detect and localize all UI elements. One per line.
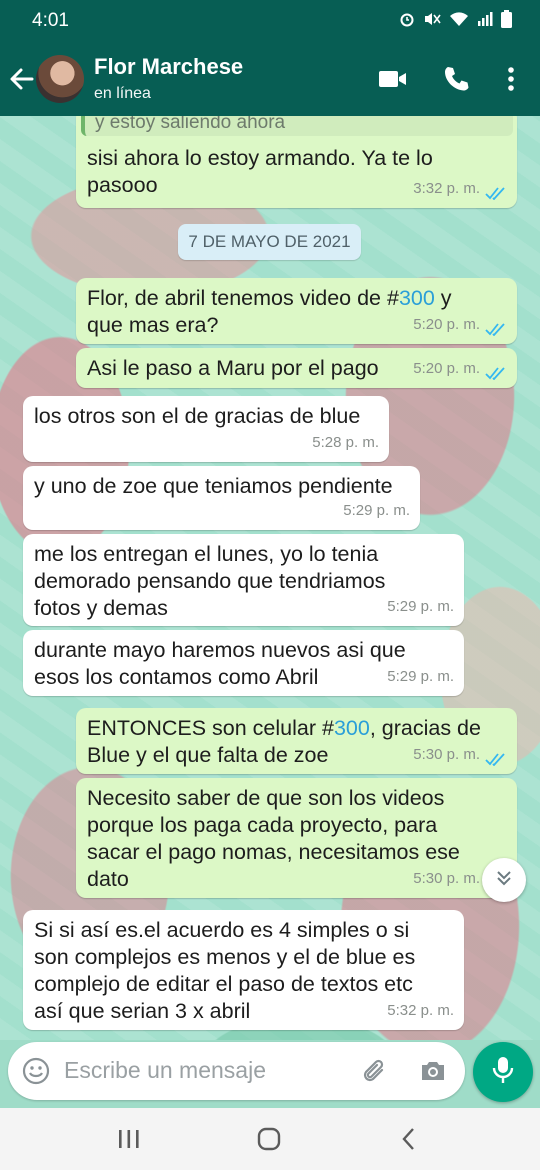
message-time: 5:29 p. m.	[343, 502, 410, 519]
message-line: demorado pensando que tendriamos	[34, 569, 386, 593]
battery-icon	[501, 10, 512, 33]
home-icon[interactable]	[255, 1126, 283, 1152]
message-bubble-incoming[interactable]: Si si así es.el acuerdo es 4 simples o s…	[23, 910, 464, 1030]
message-time: 5:32 p. m.	[387, 1002, 454, 1019]
message-bubble-incoming[interactable]: y uno de zoe que teniamos pendiente 5:29…	[23, 466, 420, 530]
message-text: sisi ahora lo estoy armando. Ya te lo pa…	[87, 145, 433, 199]
message-line: Necesito saber de que son los videos	[87, 786, 445, 810]
text-span: Flor, de abril tenemos video de #	[87, 286, 399, 310]
message-line: pasooo	[87, 173, 158, 197]
message-time: 5:20 p. m.	[413, 316, 480, 333]
message-time: 5:30 p. m.	[413, 870, 480, 887]
chat-messages[interactable]: y estoy saliendo ahora sisi ahora lo est…	[0, 116, 540, 1040]
message-line: porque los paga cada proyecto, para	[87, 813, 438, 837]
message-line: ENTONCES son celular #300, gracias de	[87, 715, 506, 742]
message-composer[interactable]: Escribe un mensaje	[8, 1042, 465, 1100]
status-icons	[399, 10, 512, 33]
mic-icon	[490, 1055, 516, 1090]
text-span: ENTONCES son celular #	[87, 716, 334, 740]
back-nav-icon[interactable]	[396, 1126, 424, 1152]
contact-status: en línea	[94, 85, 151, 102]
message-line: durante mayo haremos nuevos asi que	[34, 638, 406, 662]
hashtag-link[interactable]: 300	[399, 286, 435, 310]
message-bubble-incoming[interactable]: me los entregan el lunes, yo lo tenia de…	[23, 534, 464, 626]
message-line: son complejos es menos y el de blue es	[34, 945, 416, 969]
signal-icon	[477, 11, 493, 32]
message-text: y uno de zoe que teniamos pendiente	[34, 474, 393, 498]
message-bubble-incoming[interactable]: los otros son el de gracias de blue 5:28…	[23, 396, 389, 462]
message-line: me los entregan el lunes, yo lo tenia	[34, 542, 379, 566]
chat-header: Flor Marchese en línea	[0, 42, 540, 116]
contact-avatar[interactable]	[36, 55, 84, 103]
read-ticks-icon	[485, 748, 507, 767]
phone-icon[interactable]	[441, 64, 471, 94]
message-time: 5:29 p. m.	[387, 598, 454, 615]
message-text: los otros son el de gracias de blue	[34, 404, 361, 428]
message-line: Flor, de abril tenemos video de #300 y	[87, 285, 506, 312]
read-ticks-icon	[485, 318, 507, 337]
more-icon[interactable]	[497, 64, 527, 94]
text-span: , gracias de	[369, 716, 481, 740]
scroll-down-button[interactable]	[482, 858, 526, 902]
status-bar: 4:01	[0, 0, 540, 42]
system-nav-bar	[0, 1108, 540, 1170]
recent-apps-icon[interactable]	[116, 1126, 144, 1152]
back-arrow-icon[interactable]	[8, 62, 36, 96]
video-call-icon[interactable]	[378, 64, 408, 94]
mute-icon	[423, 11, 441, 32]
message-time: 5:29 p. m.	[387, 668, 454, 685]
message-line: sisi ahora lo estoy armando. Ya te lo	[87, 146, 433, 170]
message-input[interactable]: Escribe un mensaje	[64, 1057, 266, 1084]
hashtag-link[interactable]: 300	[334, 716, 370, 740]
quoted-message[interactable]: y estoy saliendo ahora	[81, 116, 513, 136]
attach-icon[interactable]	[360, 1057, 388, 1085]
mic-button[interactable]	[473, 1042, 533, 1102]
message-bubble-incoming[interactable]: durante mayo haremos nuevos asi que esos…	[23, 630, 464, 696]
emoji-icon[interactable]	[22, 1057, 50, 1085]
message-time: 5:30 p. m.	[413, 746, 480, 763]
message-bubble-outgoing[interactable]: ENTONCES son celular #300, gracias de Bl…	[76, 708, 517, 774]
message-bubble-outgoing[interactable]: y estoy saliendo ahora sisi ahora lo est…	[76, 116, 517, 208]
read-ticks-icon	[485, 362, 507, 381]
scroll-down-icon	[494, 868, 514, 893]
alarm-icon	[399, 11, 415, 32]
message-time: 3:32 p. m.	[413, 180, 480, 197]
date-separator: 7 DE MAYO DE 2021	[178, 224, 361, 260]
quoted-text: y estoy saliendo ahora	[95, 116, 286, 133]
message-bubble-outgoing[interactable]: Necesito saber de que son los videos por…	[76, 778, 517, 898]
text-span: y	[434, 286, 452, 310]
message-line: Si si así es.el acuerdo es 4 simples o s…	[34, 918, 410, 942]
read-ticks-icon	[485, 182, 507, 201]
message-bubble-outgoing[interactable]: Flor, de abril tenemos video de #300 y q…	[76, 278, 517, 344]
message-line: complejo de editar el paso de textos etc	[34, 972, 413, 996]
message-time: 5:28 p. m.	[312, 434, 379, 451]
camera-icon[interactable]	[419, 1057, 447, 1085]
message-bubble-outgoing[interactable]: Asi le paso a Maru por el pago 5:20 p. m…	[76, 348, 517, 388]
message-line: sacar el pago nomas, necesitamos ese	[87, 840, 460, 864]
wifi-icon	[449, 11, 469, 32]
status-time: 4:01	[32, 10, 69, 31]
message-time: 5:20 p. m.	[413, 360, 480, 377]
contact-name[interactable]: Flor Marchese	[94, 54, 243, 80]
